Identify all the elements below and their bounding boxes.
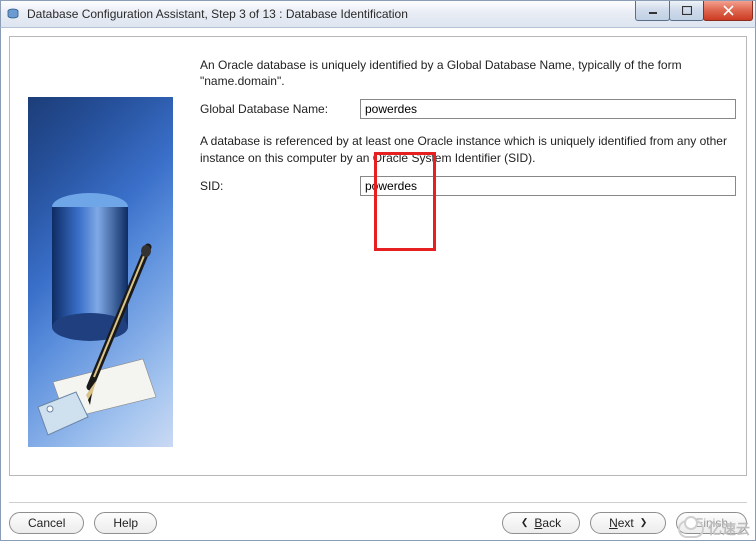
help-button[interactable]: Help xyxy=(94,512,157,534)
main-content: An Oracle database is uniquely identifie… xyxy=(200,57,736,210)
chevron-left-icon: ❮ xyxy=(521,517,529,528)
maximize-button[interactable] xyxy=(669,1,704,21)
watermark: 亿速云 xyxy=(678,519,750,539)
minimize-button[interactable] xyxy=(635,1,670,21)
close-button[interactable] xyxy=(703,1,753,21)
window-controls xyxy=(636,1,753,21)
app-icon xyxy=(5,6,21,22)
wizard-illustration xyxy=(28,97,173,447)
watermark-text: 亿速云 xyxy=(708,519,750,539)
global-db-name-row: Global Database Name: xyxy=(200,99,736,119)
next-button[interactable]: Next ❯ xyxy=(590,512,666,534)
cloud-icon xyxy=(678,520,704,538)
sid-label: SID: xyxy=(200,179,360,193)
sid-row: SID: xyxy=(200,176,736,196)
global-db-name-input[interactable] xyxy=(360,99,736,119)
back-label: ack xyxy=(542,516,561,530)
title-bar: Database Configuration Assistant, Step 3… xyxy=(0,0,756,28)
intro-text: An Oracle database is uniquely identifie… xyxy=(200,57,736,89)
wizard-button-bar: Cancel Help ❮ Back Next ❯ Einish xyxy=(9,502,747,530)
sid-input[interactable] xyxy=(360,176,736,196)
sid-intro-text: A database is referenced by at least one… xyxy=(200,133,736,165)
next-label: ext xyxy=(618,516,634,530)
chevron-right-icon: ❯ xyxy=(640,517,648,528)
back-button[interactable]: ❮ Back xyxy=(502,512,580,534)
window-title: Database Configuration Assistant, Step 3… xyxy=(27,7,408,21)
window-body: An Oracle database is uniquely identifie… xyxy=(0,28,756,541)
cancel-button[interactable]: Cancel xyxy=(9,512,84,534)
global-db-name-label: Global Database Name: xyxy=(200,102,360,116)
content-frame: An Oracle database is uniquely identifie… xyxy=(9,36,747,476)
